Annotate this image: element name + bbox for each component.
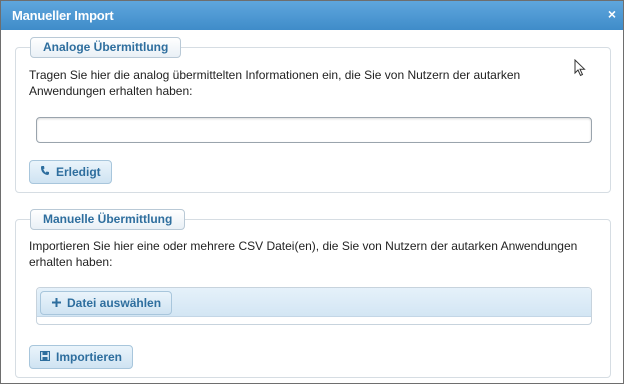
analog-description: Tragen Sie hier die analog übermittelten… — [29, 68, 521, 98]
manual-legend: Manuelle Übermittlung — [30, 209, 186, 230]
erledigt-button[interactable]: Erledigt — [29, 160, 112, 184]
manual-description: Importieren Sie hier eine oder mehrere C… — [29, 239, 578, 269]
file-upload-toolbar: Datei auswählen — [37, 288, 591, 317]
manual-import-dialog: Manueller Import × Analoge Übermittlung … — [0, 0, 624, 384]
save-icon — [39, 347, 51, 369]
analog-text-input[interactable] — [36, 117, 592, 143]
title-bar[interactable]: Manueller Import × — [1, 1, 623, 30]
analog-legend: Analoge Übermittlung — [30, 37, 182, 58]
choose-file-label: Datei auswählen — [67, 296, 162, 310]
analog-fieldset: Analoge Übermittlung Tragen Sie hier die… — [15, 37, 611, 193]
mouse-cursor-icon — [574, 58, 586, 80]
import-label: Importieren — [56, 350, 123, 364]
manual-fieldset: Manuelle Übermittlung Importieren Sie hi… — [15, 209, 611, 378]
phone-icon — [40, 162, 50, 184]
plus-icon — [51, 293, 61, 315]
import-button[interactable]: Importieren — [29, 345, 134, 369]
dialog-title: Manueller Import — [12, 8, 114, 23]
file-upload-area[interactable]: Datei auswählen — [36, 287, 592, 325]
close-icon[interactable]: × — [608, 6, 616, 22]
choose-file-button[interactable]: Datei auswählen — [40, 291, 173, 315]
erledigt-label: Erledigt — [56, 165, 101, 179]
